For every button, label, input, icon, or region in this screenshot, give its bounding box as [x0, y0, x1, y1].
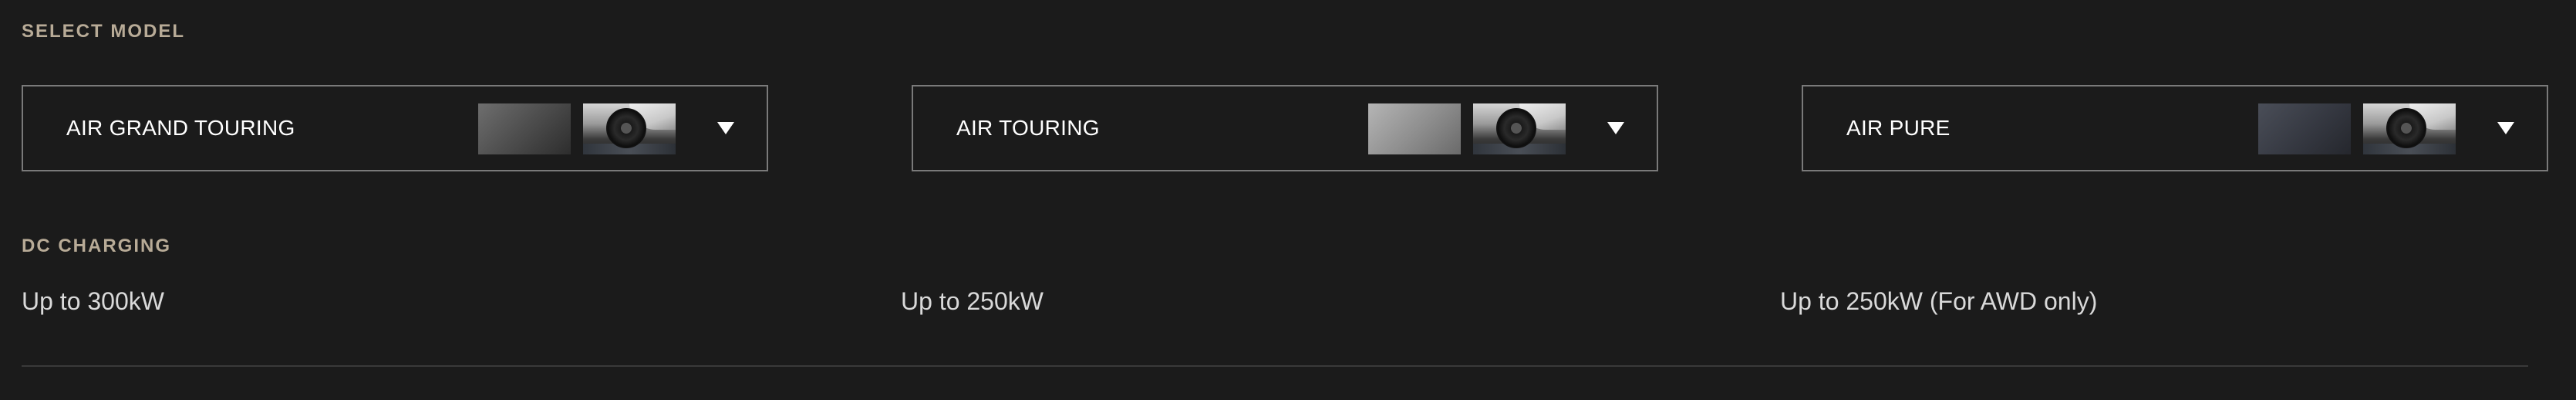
- dc-charging-value-touring: Up to 250kW: [901, 287, 1044, 315]
- model-name: AIR PURE: [1846, 116, 1951, 140]
- model-select-air-pure[interactable]: AIR PURE: [1802, 85, 2548, 171]
- paint-swatch-icon: [1368, 103, 1461, 154]
- wheel-image-icon: [1473, 103, 1566, 154]
- wheel-image-icon: [583, 103, 676, 154]
- chevron-down-icon[interactable]: [2497, 122, 2514, 134]
- wheel-image-icon: [2363, 103, 2456, 154]
- paint-swatch-icon: [2258, 103, 2351, 154]
- model-name: AIR GRAND TOURING: [66, 116, 295, 140]
- model-name: AIR TOURING: [956, 116, 1100, 140]
- paint-swatch-icon: [478, 103, 571, 154]
- chevron-down-icon[interactable]: [717, 122, 734, 134]
- model-select-air-touring[interactable]: AIR TOURING: [912, 85, 1658, 171]
- section-divider: [22, 365, 2528, 367]
- dc-charging-heading: DC CHARGING: [22, 236, 171, 256]
- chevron-down-icon[interactable]: [1607, 122, 1624, 134]
- select-model-heading: SELECT MODEL: [22, 21, 186, 42]
- dc-charging-value-pure: Up to 250kW (For AWD only): [1780, 287, 2098, 315]
- dc-charging-value-grand-touring: Up to 300kW: [22, 287, 164, 315]
- model-select-air-grand-touring[interactable]: AIR GRAND TOURING: [22, 85, 768, 171]
